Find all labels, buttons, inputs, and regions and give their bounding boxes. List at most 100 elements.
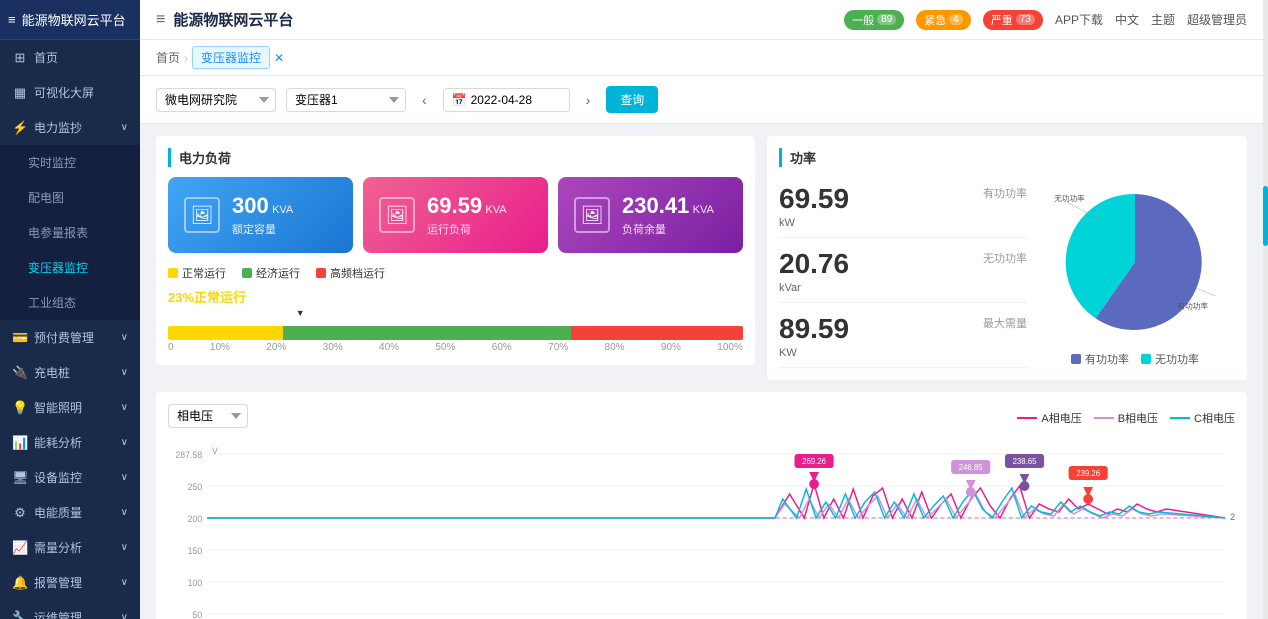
breadcrumb: 首页 › 变压器监控 ✕ <box>140 40 1263 76</box>
chart-legend: A相电压 B相电压 C相电压 <box>1017 410 1235 426</box>
prepaid-icon: 💳 <box>12 330 28 346</box>
station-select[interactable]: 微电网研究院 <box>156 88 276 112</box>
y-label-100: 100 <box>188 578 203 588</box>
sidebar-item-charger[interactable]: 🔌 充电桩 <box>0 355 140 390</box>
kva-unit-running: KVA <box>485 204 506 216</box>
filter-bar: 微电网研究院 变压器1 ‹ 📅 › 查询 <box>140 76 1263 124</box>
breadcrumb-close[interactable]: ✕ <box>274 51 284 65</box>
chart-svg-wrap: 287.58 250 200 150 100 50 0 V <box>168 444 1235 619</box>
legend-c-phase: C相电压 <box>1170 410 1235 426</box>
logo-icon: ≡ <box>8 12 16 27</box>
a-phase-line-sample <box>1017 417 1037 419</box>
progress-normal <box>168 326 283 340</box>
y-label-50: 50 <box>192 610 202 619</box>
kva-unit-remaining: KVA <box>693 204 714 216</box>
kva-unit-rated: KVA <box>272 204 293 216</box>
scrollbar-track[interactable] <box>1263 0 1268 619</box>
sidebar-item-alarm[interactable]: 🔔 报警管理 <box>0 565 140 600</box>
app-title: 能源物联网云平台 <box>22 10 126 29</box>
breadcrumb-sep: › <box>184 51 188 65</box>
badge-urgent[interactable]: 紧急 4 <box>916 10 971 30</box>
sidebar-item-powergraph[interactable]: 配电图 <box>0 180 140 215</box>
breadcrumb-transformer[interactable]: 变压器监控 <box>192 46 270 69</box>
menu-icon[interactable]: ≡ <box>156 11 165 29</box>
b-phase-line-sample <box>1094 417 1114 419</box>
legend-overload: 高频档运行 <box>316 265 385 281</box>
date-prev-btn[interactable]: ‹ <box>416 90 433 110</box>
kva-card-remaining: 🖼 230.41 KVA 负荷余量 <box>558 177 743 253</box>
legend-dot-economic <box>242 268 252 278</box>
kva-value-rated: 300 <box>232 193 269 218</box>
y-label-max: 287.58 <box>175 450 202 460</box>
lighting-icon: 💡 <box>12 400 28 416</box>
status-legend: 正常运行 经济运行 高频档运行 <box>168 265 743 281</box>
kva-card-rated: 🖼 300 KVA 额定容量 <box>168 177 353 253</box>
sidebar-item-realtime[interactable]: 实时监控 <box>0 145 140 180</box>
sidebar-item-quality[interactable]: ⚙ 电能质量 <box>0 495 140 530</box>
home-icon: ⊞ <box>12 50 28 66</box>
sidebar-item-electric[interactable]: ⚡ 电力监抄 <box>0 110 140 145</box>
reactive-power-value: 20.76 <box>779 250 849 278</box>
active-power-unit: kW <box>779 217 849 229</box>
alarm-icon: 🔔 <box>12 575 28 591</box>
sidebar-item-prepaid[interactable]: 💳 预付费管理 <box>0 320 140 355</box>
device-icon: 🖥 <box>12 470 28 486</box>
sidebar-item-transformer[interactable]: 变压器监控 <box>0 250 140 285</box>
power-pie-area: 无功功率 有功功率 有功功率 <box>1035 177 1235 368</box>
sidebar-item-report[interactable]: 电参量报表 <box>0 215 140 250</box>
scrollbar-thumb[interactable] <box>1263 186 1268 246</box>
demand-icon: 📈 <box>12 540 28 556</box>
kva-info-remaining: 230.41 KVA 负荷余量 <box>622 193 727 237</box>
theme-link[interactable]: 主题 <box>1151 11 1175 28</box>
sidebar-item-lighting[interactable]: 💡 智能照明 <box>0 390 140 425</box>
sidebar-item-energy[interactable]: 📊 能耗分析 <box>0 425 140 460</box>
legend-dot-overload <box>316 268 326 278</box>
language-link[interactable]: 中文 <box>1115 11 1139 28</box>
max-demand-value: 89.59 <box>779 315 849 343</box>
kva-cards: 🖼 300 KVA 额定容量 🖼 <box>168 177 743 253</box>
ops-icon: 🔧 <box>12 610 28 619</box>
max-demand-label: 最大需量 <box>853 315 1027 331</box>
date-input[interactable] <box>471 93 561 107</box>
sidebar-item-home[interactable]: ⊞ 首页 <box>0 40 140 75</box>
y-label-250: 250 <box>188 482 203 492</box>
main-content: ≡ 能源物联网云平台 一般 89 紧急 4 严重 73 APP下载 中文 主题 <box>140 0 1263 619</box>
progress-economic <box>283 326 571 340</box>
transformer-select[interactable]: 变压器1 <box>286 88 406 112</box>
sidebar-item-demand[interactable]: 📈 需量分析 <box>0 530 140 565</box>
pie-legend-active: 有功功率 <box>1071 351 1129 367</box>
power-demand-row: 89.59 KW 最大需量 <box>779 307 1027 368</box>
kva-icon-running: 🖼 <box>379 197 415 233</box>
reactive-power-label: 无功功率 <box>853 250 1027 266</box>
voltage-chart-section: 相电压 A相电压 B相电压 <box>156 392 1247 619</box>
progress-indicator: ▼ <box>296 308 305 318</box>
power-rate-section: 功率 69.59 kW 有功功率 <box>767 136 1247 380</box>
kva-info-rated: 300 KVA 额定容量 <box>232 193 337 237</box>
sidebar-item-device[interactable]: 🖥 设备监控 <box>0 460 140 495</box>
chart-filter: 相电压 <box>168 404 248 428</box>
calendar-icon: 📅 <box>452 93 467 107</box>
pie-dot-active <box>1071 354 1081 364</box>
power-values: 69.59 kW 有功功率 20.76 kVar <box>779 177 1027 368</box>
power-load-title: 电力负荷 <box>168 148 743 167</box>
badge-normal[interactable]: 一般 89 <box>844 10 904 30</box>
active-power-value: 69.59 <box>779 185 849 213</box>
pie-legend: 有功功率 无功功率 <box>1071 351 1199 367</box>
breadcrumb-home[interactable]: 首页 <box>156 49 180 66</box>
sidebar-item-visualization[interactable]: ▦ 可视化大屏 <box>0 75 140 110</box>
badge-severe[interactable]: 严重 73 <box>983 10 1043 30</box>
sidebar-item-ops[interactable]: 🔧 运维管理 <box>0 600 140 619</box>
progress-overload <box>571 326 744 340</box>
date-next-btn[interactable]: › <box>580 90 597 110</box>
pie-chart: 无功功率 有功功率 <box>1050 177 1220 347</box>
app-download-link[interactable]: APP下载 <box>1055 11 1103 28</box>
query-button[interactable]: 查询 <box>606 86 658 113</box>
legend-dot-normal <box>168 268 178 278</box>
voltage-filter-select[interactable]: 相电压 <box>168 404 248 428</box>
y-label-200: 200 <box>188 514 203 524</box>
sidebar-item-industrial[interactable]: 工业组态 <box>0 285 140 320</box>
user-name[interactable]: 超级管理员 <box>1187 11 1247 28</box>
pie-label-reactive-text: 无功功率 <box>1054 193 1085 203</box>
kva-info-running: 69.59 KVA 运行负荷 <box>427 193 532 237</box>
quality-icon: ⚙ <box>12 505 28 521</box>
